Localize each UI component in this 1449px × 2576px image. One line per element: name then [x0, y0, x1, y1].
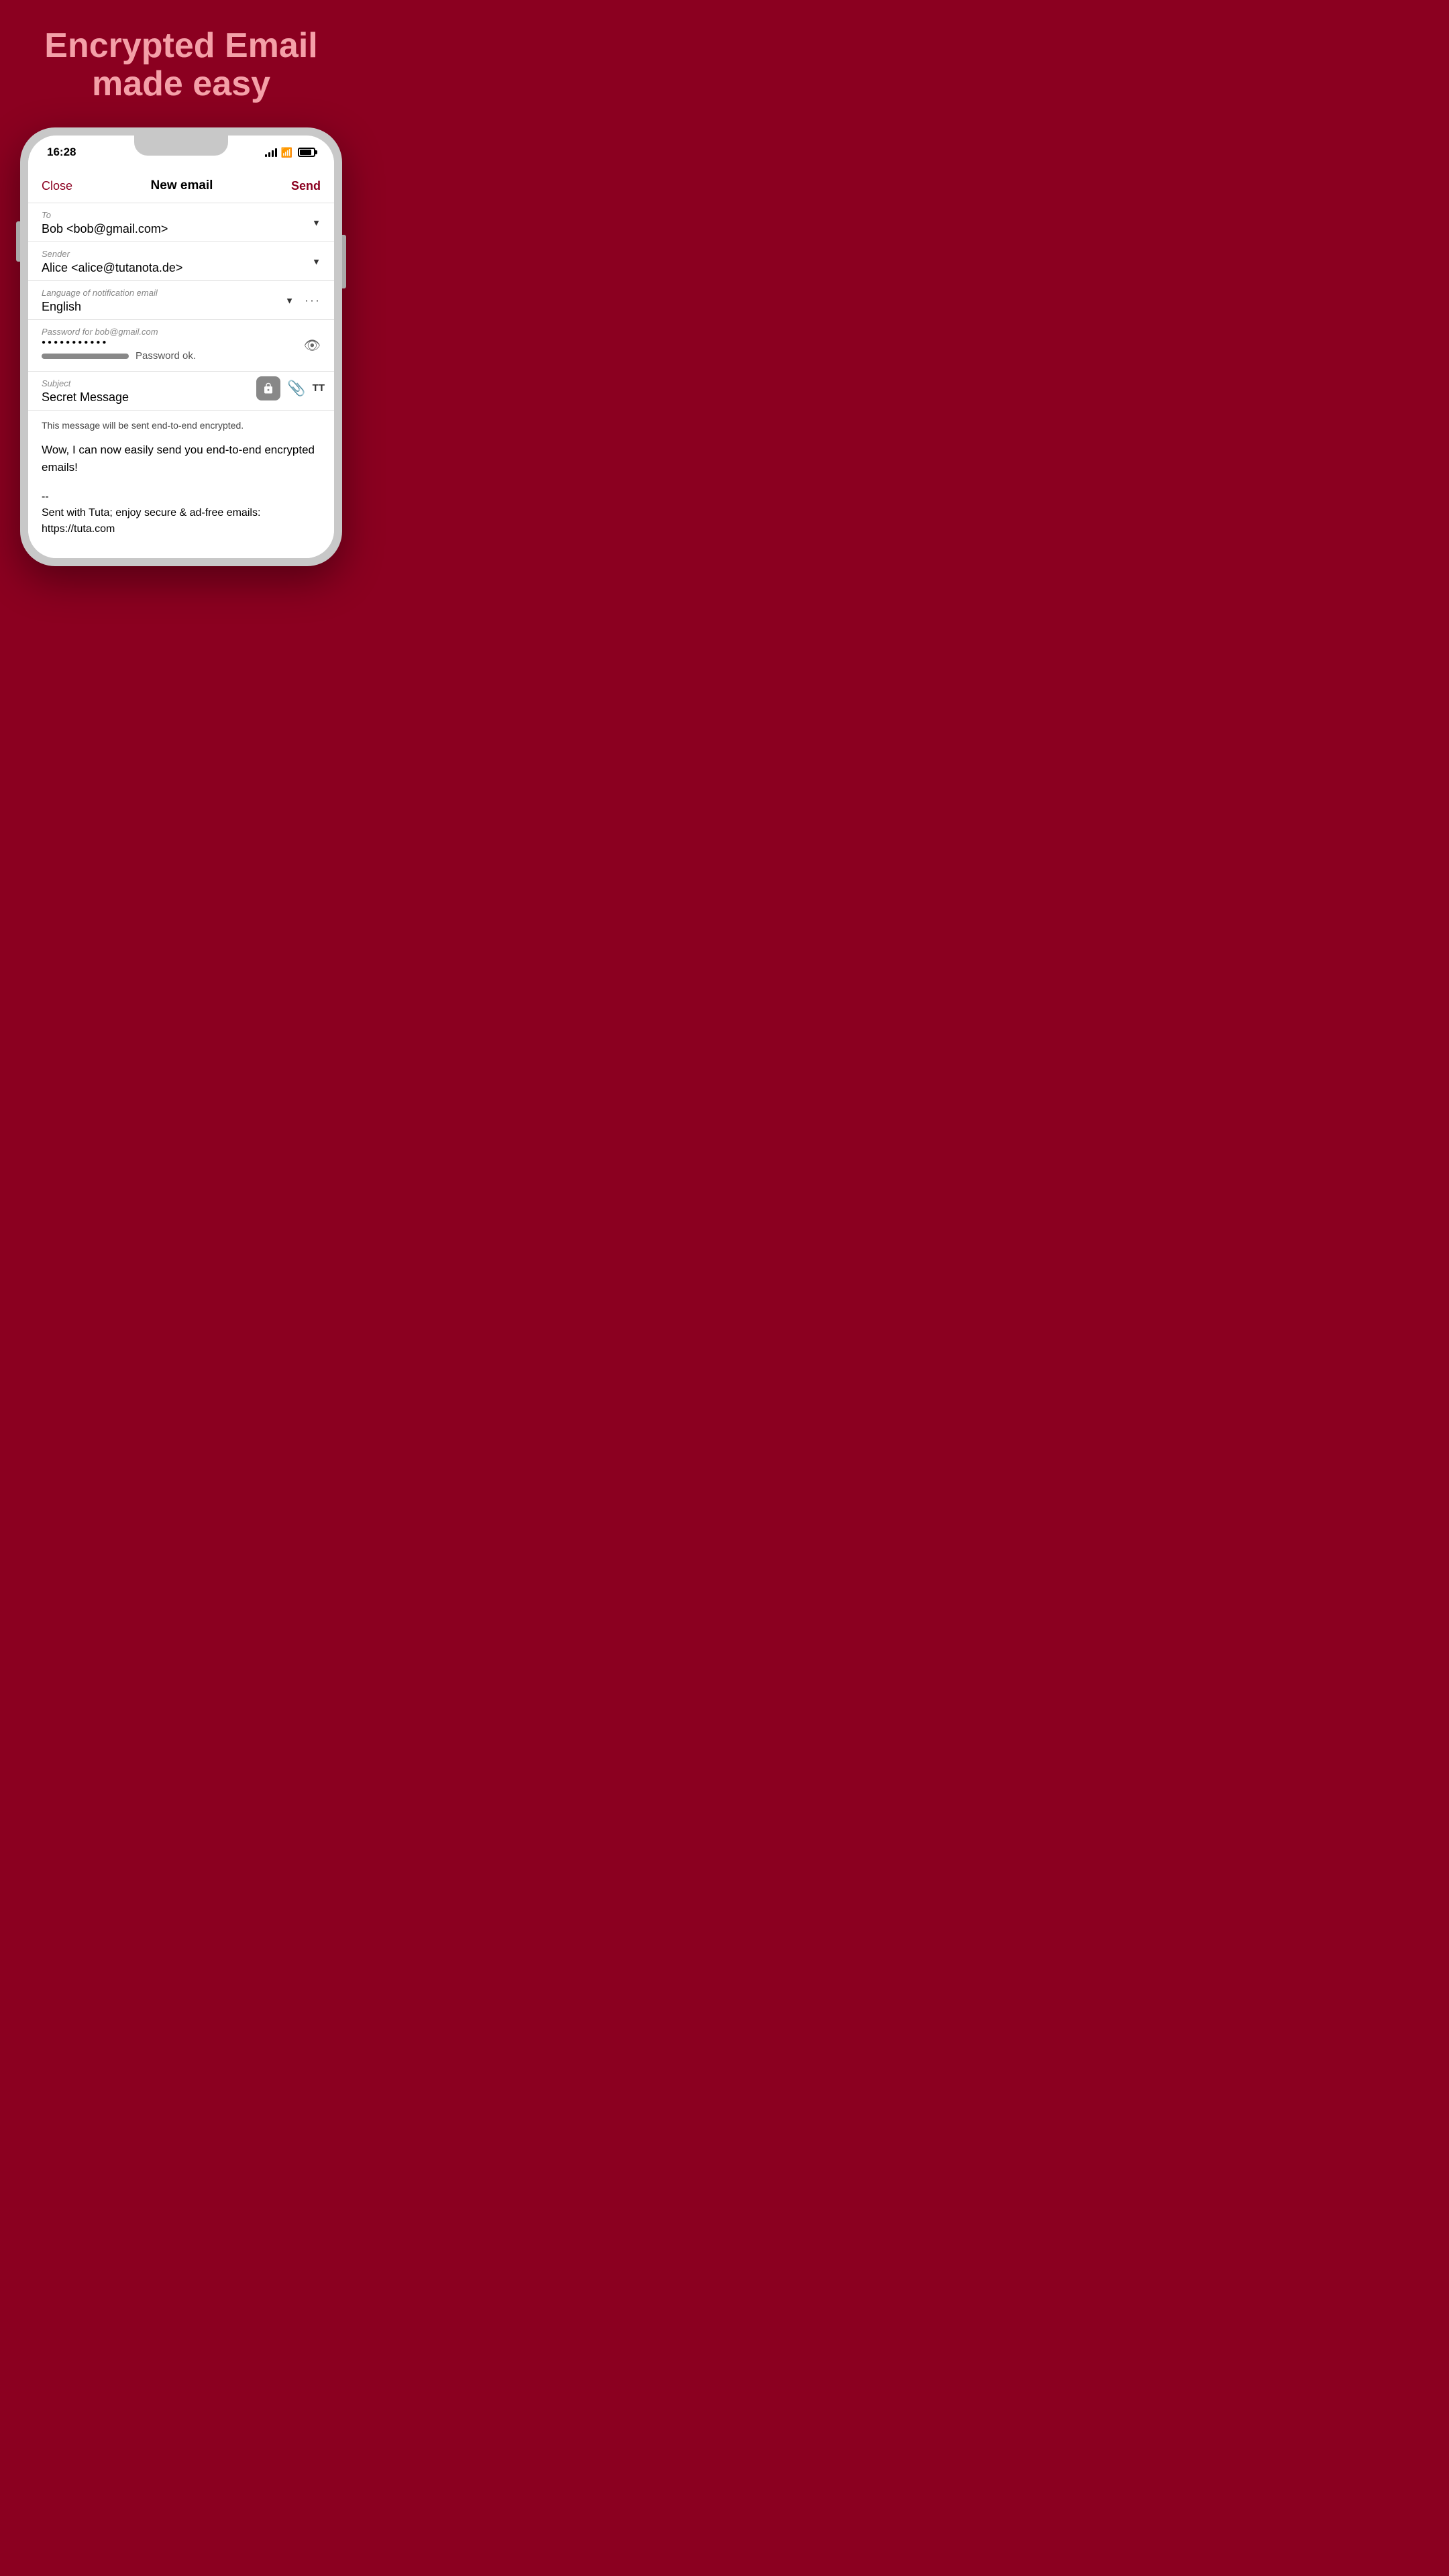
subject-icons: 📎 TT: [256, 376, 325, 400]
sender-value: Alice <alice@tutanota.de>: [42, 261, 321, 275]
to-field[interactable]: To Bob <bob@gmail.com> ▼: [28, 203, 334, 242]
hero-line1: Encrypted Email: [44, 26, 317, 65]
password-strength: Password ok.: [42, 350, 321, 362]
lock-icon: [262, 382, 274, 394]
strength-bar: [42, 354, 129, 359]
encrypt-button[interactable]: [256, 376, 280, 400]
language-field[interactable]: Language of notification email English ▼…: [28, 281, 334, 320]
sender-dropdown-icon[interactable]: ▼: [312, 256, 321, 266]
to-label: To: [42, 210, 321, 220]
attach-icon[interactable]: 📎: [287, 380, 305, 397]
font-size-icon[interactable]: TT: [313, 382, 325, 394]
subject-field[interactable]: Subject Secret Message 📎 TT: [28, 372, 334, 411]
status-bar: 16:28 📶: [28, 136, 334, 169]
email-body[interactable]: This message will be sent end-to-end enc…: [28, 411, 334, 558]
encrypted-notice: This message will be sent end-to-end enc…: [42, 420, 321, 431]
sender-field[interactable]: Sender Alice <alice@tutanota.de> ▼: [28, 242, 334, 281]
email-compose: Close New email Send To Bob <bob@gmail.c…: [28, 169, 334, 558]
compose-title: New email: [151, 178, 213, 193]
status-icons: 📶: [265, 147, 315, 158]
show-password-icon[interactable]: 👁: [304, 337, 321, 354]
password-label: Password for bob@gmail.com: [42, 327, 321, 337]
sender-label: Sender: [42, 249, 321, 259]
password-value: ●●●●●●●●●●●: [42, 339, 321, 346]
battery-icon: [298, 148, 315, 157]
language-label: Language of notification email: [42, 288, 321, 298]
send-button[interactable]: Send: [291, 179, 321, 193]
body-text: Wow, I can now easily send you end-to-en…: [42, 441, 321, 476]
close-button[interactable]: Close: [42, 179, 72, 193]
hero-section: Encrypted Email made easy: [31, 27, 331, 103]
wifi-icon: 📶: [281, 147, 292, 158]
language-actions: ▼ ···: [285, 293, 321, 307]
signal-icon: [265, 148, 277, 157]
language-more-icon[interactable]: ···: [305, 293, 321, 307]
phone-screen: 16:28 📶 Close New email Send To: [28, 136, 334, 558]
to-dropdown-icon[interactable]: ▼: [312, 217, 321, 227]
compose-header: Close New email Send: [28, 169, 334, 203]
hero-line2: made easy: [92, 64, 270, 103]
status-time: 16:28: [47, 146, 76, 159]
to-value: Bob <bob@gmail.com>: [42, 222, 321, 236]
password-status: Password ok.: [136, 350, 196, 362]
phone-shell: 16:28 📶 Close New email Send To: [20, 127, 342, 566]
password-field[interactable]: Password for bob@gmail.com ●●●●●●●●●●● P…: [28, 320, 334, 372]
notch: [134, 136, 228, 156]
email-signature: -- Sent with Tuta; enjoy secure & ad-fre…: [42, 489, 321, 537]
language-value: English: [42, 300, 321, 314]
language-dropdown-icon[interactable]: ▼: [285, 295, 294, 305]
